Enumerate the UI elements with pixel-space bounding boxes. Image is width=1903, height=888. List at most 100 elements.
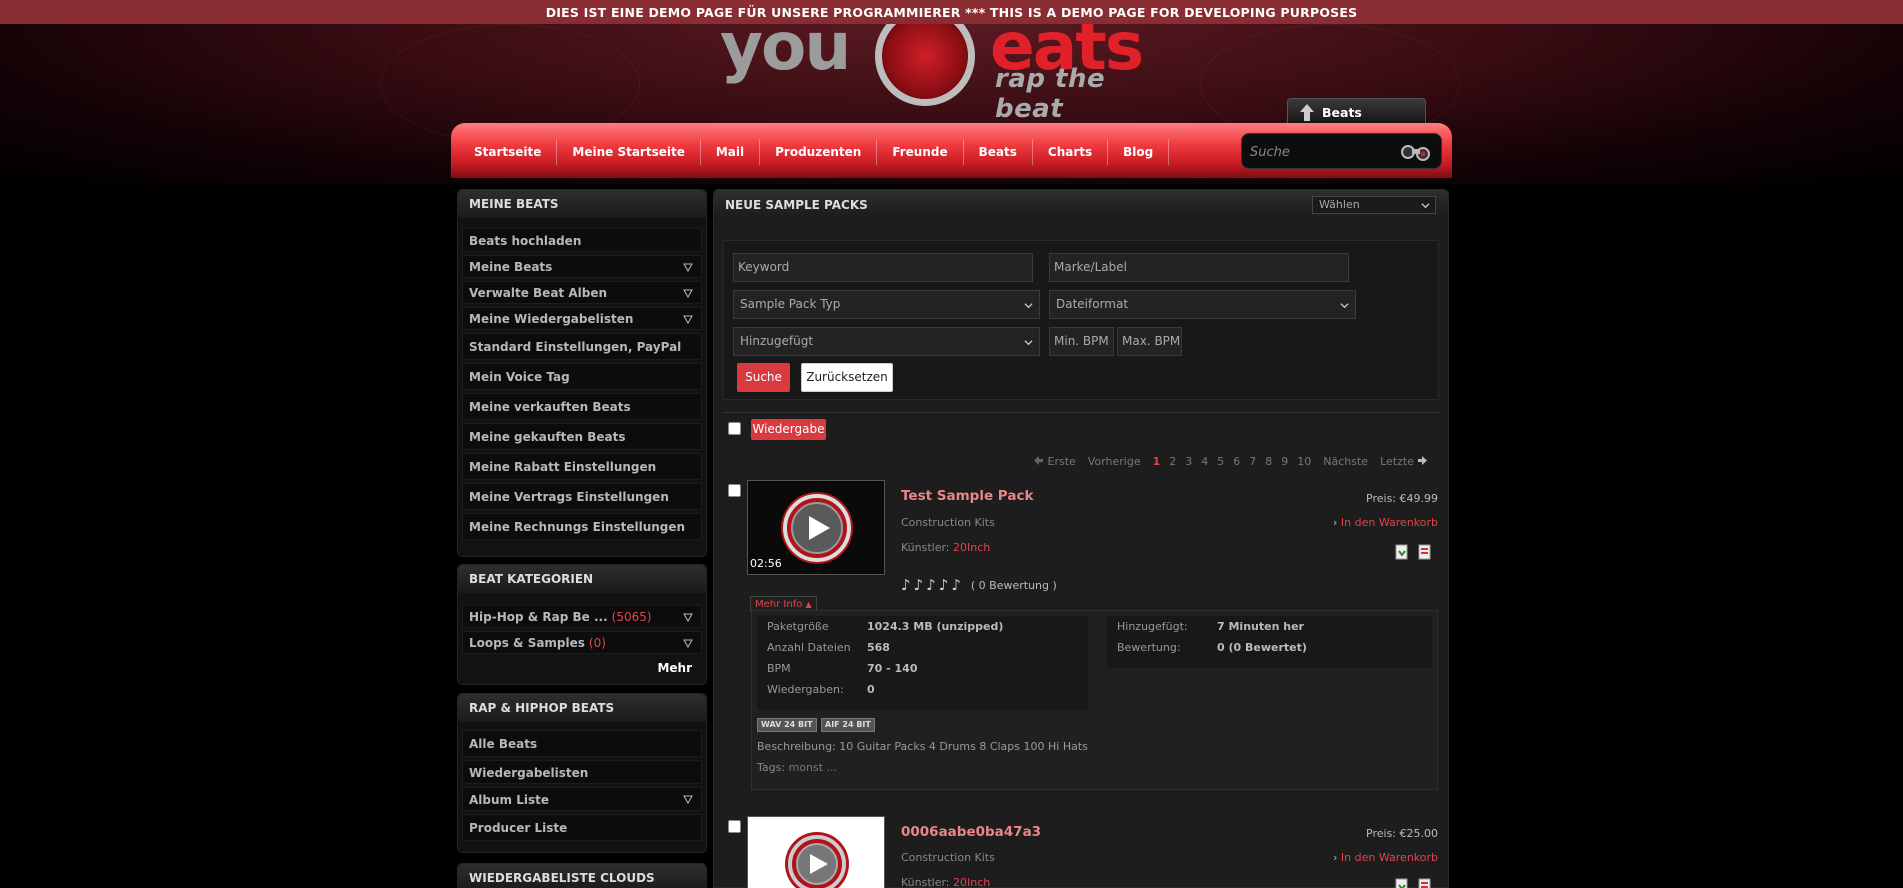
item-title[interactable]: 0006aabe0ba47a3 <box>901 824 1041 840</box>
sort-select-value: Wählen <box>1319 198 1360 211</box>
categories-more-link[interactable]: Mehr <box>462 657 702 681</box>
artist-link[interactable]: 20Inch <box>953 541 990 554</box>
chevron-down-icon <box>683 289 693 298</box>
pagination-page-2[interactable]: 2 <box>1169 455 1176 468</box>
nav-freunde[interactable]: Freunde <box>877 139 964 165</box>
file-format-value: Dateiformat <box>1056 297 1129 311</box>
label-input[interactable]: Marke/Label <box>1049 253 1349 282</box>
added-value: Hinzugefügt <box>740 334 814 348</box>
pagination-page-8[interactable]: 8 <box>1265 455 1272 468</box>
add-to-cart-link[interactable]: › In den Warenkorb <box>1333 516 1438 529</box>
nav-mail[interactable]: Mail <box>701 139 761 165</box>
item-checkbox[interactable] <box>728 820 741 833</box>
sidebar-item-album-liste[interactable]: Album Liste <box>462 787 702 811</box>
sidebar-item-label: Meine Beats <box>469 260 553 274</box>
sidebar-item-vertrags-einstellungen[interactable]: Meine Vertrags Einstellungen <box>462 483 702 510</box>
item-duration: 02:56 <box>750 557 782 570</box>
sidebar-item-rabatt-einstellungen[interactable]: Meine Rabatt Einstellungen <box>462 453 702 480</box>
nav-charts[interactable]: Charts <box>1033 139 1109 165</box>
note-rating-icon[interactable]: ♪ <box>939 576 949 594</box>
added-select[interactable]: Hinzugefügt <box>733 327 1040 356</box>
reset-button[interactable]: Zurücksetzen <box>801 363 893 392</box>
artist-label: Künstler: <box>901 541 950 554</box>
sort-select[interactable]: Wählen <box>1312 196 1436 214</box>
tags-label: Tags: <box>757 761 786 774</box>
sidebar-item-rechnungs-einstellungen[interactable]: Meine Rechnungs Einstellungen <box>462 513 702 540</box>
add-to-cart-link[interactable]: › In den Warenkorb <box>1333 851 1438 864</box>
item-checkbox[interactable] <box>728 484 741 497</box>
item-description: Beschreibung: 10 Guitar Packs 4 Drums 8 … <box>757 740 1088 753</box>
sidebar-item-label: Wiedergabelisten <box>469 766 589 780</box>
download-doc-icon[interactable] <box>1395 544 1409 560</box>
note-rating-icon[interactable]: ♪ <box>901 576 911 594</box>
pagination-page-1[interactable]: 1 <box>1153 455 1161 468</box>
category-loops-samples[interactable]: Loops & Samples (0) <box>462 631 702 654</box>
category-hiphop-rap[interactable]: Hip-Hop & Rap Be ... (5065) <box>462 605 702 628</box>
artist-link[interactable]: 20Inch <box>953 876 990 888</box>
pagination-page-10[interactable]: 10 <box>1297 455 1311 468</box>
sidebar-item-alle-beats[interactable]: Alle Beats <box>462 730 702 757</box>
pagination-page-9[interactable]: 9 <box>1281 455 1288 468</box>
file-format-select[interactable]: Dateiformat <box>1049 290 1356 319</box>
contract-doc-icon[interactable] <box>1418 544 1432 560</box>
pagination-page-4[interactable]: 4 <box>1201 455 1208 468</box>
note-rating-icon[interactable]: ♪ <box>951 576 961 594</box>
nav-meine-startseite[interactable]: Meine Startseite <box>557 139 701 165</box>
note-rating-icon[interactable]: ♪ <box>914 576 924 594</box>
sidebar-item-label: Album Liste <box>469 793 549 807</box>
pagination-first[interactable]: Erste <box>1033 455 1076 468</box>
pagination-prev[interactable]: Vorherige <box>1088 455 1141 468</box>
contract-doc-icon[interactable] <box>1418 878 1432 888</box>
sidebar-item-label: Meine Vertrags Einstellungen <box>469 490 669 504</box>
nav-produzenten[interactable]: Produzenten <box>760 139 878 165</box>
download-doc-icon[interactable] <box>1395 878 1409 888</box>
upload-beats-button[interactable]: Beats hochladen <box>1287 98 1426 147</box>
divider <box>723 412 1439 413</box>
pagination-next[interactable]: Nächste <box>1323 455 1368 468</box>
nav-blog[interactable]: Blog <box>1108 139 1170 165</box>
search-input[interactable] <box>1250 142 1390 162</box>
item-thumbnail[interactable] <box>747 816 885 888</box>
max-bpm-input[interactable]: Max. BPM <box>1117 327 1182 356</box>
pagination-page-6[interactable]: 6 <box>1233 455 1240 468</box>
detail-key: BPM <box>767 662 791 675</box>
detail-key: Bewertung: <box>1117 641 1181 654</box>
sidebar-item-meine-wiedergabelisten[interactable]: Meine Wiedergabelisten <box>462 307 702 330</box>
tags-value[interactable]: monst ... <box>789 761 837 774</box>
filter-box: Keyword Marke/Label Sample Pack Typ Date… <box>723 240 1439 400</box>
sidebar-item-gekaufte-beats[interactable]: Meine gekauften Beats <box>462 423 702 450</box>
sidebar-item-meine-beats[interactable]: Meine Beats <box>462 255 702 278</box>
play-all-button[interactable]: Wiedergabe <box>751 419 826 440</box>
note-rating-icon[interactable]: ♪ <box>926 576 936 594</box>
sidebar-item-standard-einstellungen[interactable]: Standard Einstellungen, PayPal & Bank <box>462 333 702 381</box>
site-logo[interactable]: you eats rap the beat <box>720 6 1180 124</box>
item-thumbnail[interactable]: 02:56 <box>747 480 885 575</box>
select-all-checkbox[interactable] <box>728 422 741 435</box>
pack-type-select[interactable]: Sample Pack Typ <box>733 290 1040 319</box>
artist-label: Künstler: <box>901 876 950 888</box>
sidebar-item-label: Verwalte Beat Alben <box>469 286 608 300</box>
pagination-page-5[interactable]: 5 <box>1217 455 1224 468</box>
sidebar-item-producer-liste[interactable]: Producer Liste <box>462 814 702 841</box>
pagination-page-7[interactable]: 7 <box>1249 455 1256 468</box>
sidebar-clouds: WIEDERGABELISTE CLOUDS <box>457 863 707 888</box>
item-title[interactable]: Test Sample Pack <box>901 488 1033 504</box>
pagination-page-3[interactable]: 3 <box>1185 455 1192 468</box>
sidebar-item-verkaufte-beats[interactable]: Meine verkauften Beats <box>462 393 702 420</box>
format-badge: WAV 24 BIT <box>757 718 817 732</box>
sidebar-item-beats-hochladen[interactable]: Beats hochladen <box>462 228 702 252</box>
chevron-down-icon <box>1024 340 1033 346</box>
sidebar-item-wiedergabelisten[interactable]: Wiedergabelisten <box>462 760 702 784</box>
search-button[interactable]: Suche <box>737 363 790 392</box>
pagination-last[interactable]: Letzte <box>1380 455 1428 468</box>
keyword-input[interactable]: Keyword <box>733 253 1033 282</box>
chevron-down-icon <box>683 795 693 804</box>
min-bpm-input[interactable]: Min. BPM <box>1049 327 1114 356</box>
nav-beats[interactable]: Beats <box>964 139 1033 165</box>
demo-banner: DIES IST EINE DEMO PAGE FÜR UNSERE PROGR… <box>0 0 1903 24</box>
sidebar-item-mein-voice-tag[interactable]: Mein Voice Tag <box>462 363 702 390</box>
binoculars-search-icon[interactable] <box>1399 141 1433 163</box>
nav-startseite[interactable]: Startseite <box>459 139 558 165</box>
chevron-right-icon: › <box>1333 516 1338 529</box>
sidebar-item-verwalte-beat-alben[interactable]: Verwalte Beat Alben <box>462 281 702 304</box>
